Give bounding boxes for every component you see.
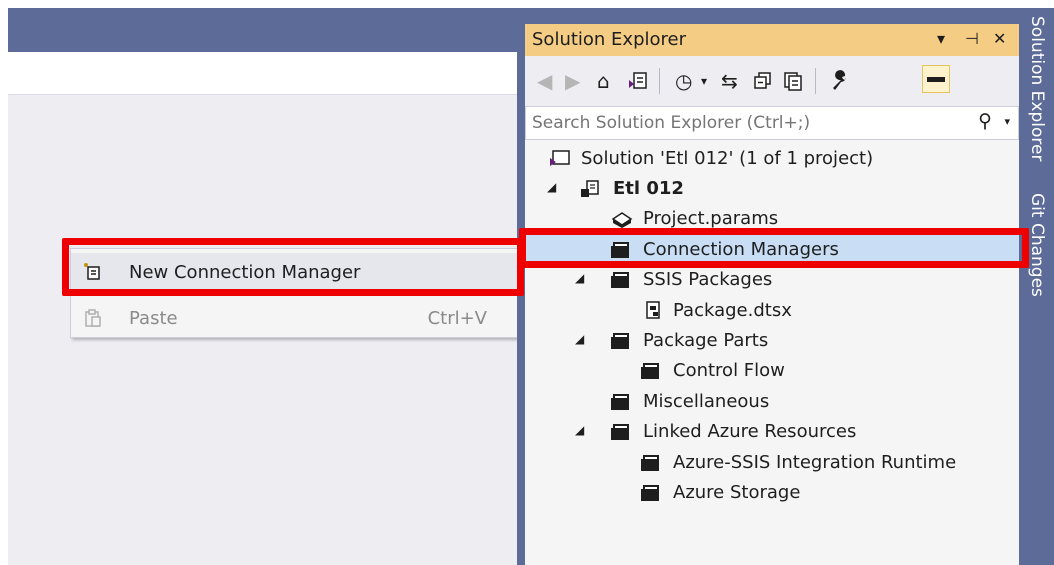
folder-icon (611, 422, 633, 442)
menu-item-shortcut: Ctrl+V (427, 308, 487, 329)
pending-changes-filter-icon[interactable]: ◷ (675, 66, 692, 96)
search-input[interactable] (532, 111, 962, 135)
search-options-chevron-icon[interactable]: ▾ (1004, 115, 1010, 128)
folder-icon (641, 453, 663, 473)
tree-item-label: Azure-SSIS Integration Runtime (673, 452, 957, 473)
forward-icon[interactable]: ▶ (565, 66, 580, 96)
side-tool-window-tabs: Solution Explorer Git Changes (1022, 8, 1054, 565)
editor-tab-strip (8, 8, 517, 52)
solution-icon (549, 149, 571, 169)
folder-icon (641, 483, 663, 503)
search-icon[interactable]: ⚲ (978, 110, 992, 132)
toolbar-separator (659, 68, 660, 94)
collapse-all-icon[interactable] (753, 66, 773, 96)
switch-views-icon[interactable] (627, 66, 649, 96)
solution-explorer-title: Solution Explorer (532, 29, 686, 50)
folder-icon (611, 392, 633, 412)
expanded-arrow-icon[interactable]: ◢ (547, 180, 556, 194)
tree-item-label: Solution 'Etl 012' (1 of 1 project) (581, 148, 874, 169)
side-tab-git-changes[interactable]: Git Changes (1027, 193, 1047, 297)
side-tab-solution-explorer[interactable]: Solution Explorer (1027, 16, 1047, 161)
tree-item-label: Package Parts (643, 330, 769, 351)
chevron-down-icon[interactable]: ▾ (701, 66, 707, 96)
sync-with-active-document-icon[interactable]: ⇆ (721, 66, 738, 96)
params-icon (611, 209, 633, 229)
folder-icon (641, 361, 663, 381)
tree-item-label: Control Flow (673, 360, 785, 381)
ssis-project-icon (579, 179, 601, 199)
tree-item-project[interactable]: ◢ Etl 012 (525, 174, 1019, 204)
package-icon (643, 301, 665, 321)
tree-item-label: Etl 012 (613, 178, 684, 199)
folder-icon (611, 270, 633, 290)
tree-item-label: SSIS Packages (643, 269, 773, 290)
highlight-box (519, 228, 1029, 268)
paste-icon (83, 308, 103, 328)
show-all-files-icon[interactable] (783, 66, 803, 96)
wrench-icon[interactable] (829, 66, 851, 96)
toolbar-separator (815, 68, 816, 94)
tree-item-label: Linked Azure Resources (643, 421, 857, 442)
solution-explorer-title-bar[interactable]: Solution Explorer ▾ ⊣ ✕ (525, 24, 1019, 56)
expanded-arrow-icon[interactable]: ◢ (575, 271, 584, 285)
tree-item-package-parts[interactable]: ◢ Package Parts (525, 326, 1019, 356)
pin-icon[interactable]: ⊣ (965, 29, 979, 48)
tree-item-control-flow[interactable]: Control Flow (525, 356, 1019, 386)
back-icon[interactable]: ◀ (537, 66, 552, 96)
tree-item-label: Azure Storage (673, 482, 801, 503)
close-icon[interactable]: ✕ (993, 29, 1006, 48)
tree-item-solution[interactable]: Solution 'Etl 012' (1 of 1 project) (525, 144, 1019, 174)
tree-item-azure-ssis-integration-runtime[interactable]: Azure-SSIS Integration Runtime (525, 448, 1019, 478)
highlight-box (62, 238, 524, 296)
expanded-arrow-icon[interactable]: ◢ (575, 332, 584, 346)
tree-item-package-dtsx[interactable]: Package.dtsx (525, 296, 1019, 326)
tree-item-label: Package.dtsx (673, 300, 792, 321)
solution-explorer-toolbar: ◀ ▶ ⌂ ◷ ▾ ⇆ (525, 56, 1019, 106)
menu-item-label: Paste (129, 308, 178, 329)
solution-tree: Solution 'Etl 012' (1 of 1 project) ◢ Et… (525, 140, 1019, 565)
menu-item-paste[interactable]: Paste Ctrl+V (71, 299, 519, 337)
window-position-dropdown-icon[interactable]: ▾ (937, 29, 945, 48)
tree-item-miscellaneous[interactable]: Miscellaneous (525, 387, 1019, 417)
tree-item-label: Project.params (643, 208, 779, 229)
tree-item-ssis-packages[interactable]: ◢ SSIS Packages (525, 265, 1019, 295)
tree-item-label: Miscellaneous (643, 391, 770, 412)
preview-selected-items-button[interactable] (922, 65, 950, 93)
home-icon[interactable]: ⌂ (597, 66, 610, 96)
tree-item-azure-storage[interactable]: Azure Storage (525, 478, 1019, 508)
folder-icon (611, 331, 633, 351)
tree-item-linked-azure-resources[interactable]: ◢ Linked Azure Resources (525, 417, 1019, 447)
solution-explorer-search: ⚲ ▾ (525, 106, 1019, 140)
editor-toolbar (8, 52, 517, 95)
expanded-arrow-icon[interactable]: ◢ (575, 423, 584, 437)
